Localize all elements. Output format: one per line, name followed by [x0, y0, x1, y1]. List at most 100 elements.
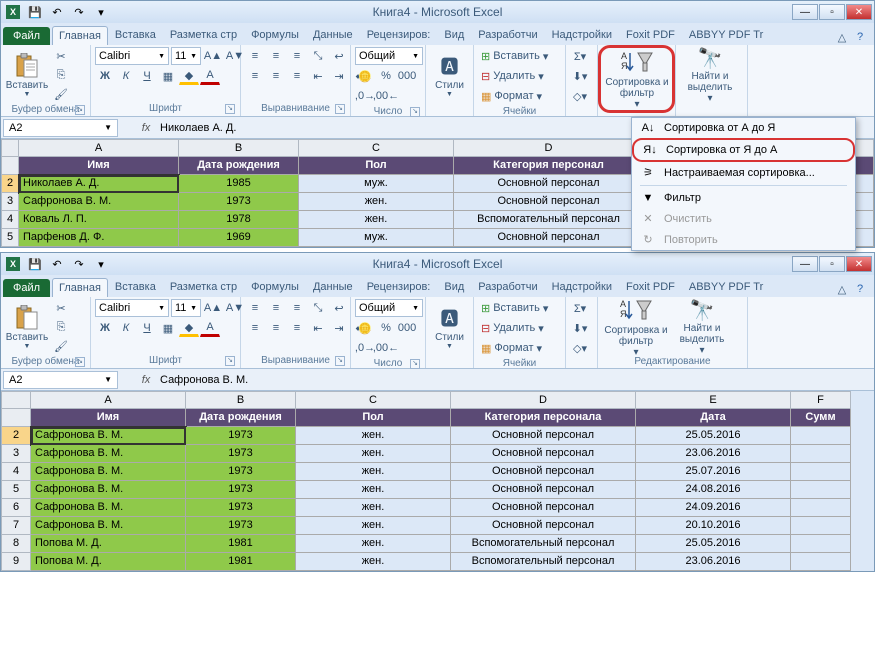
tab-review[interactable]: Рецензиров: — [360, 25, 438, 45]
cell[interactable]: 1981 — [186, 535, 296, 553]
cell[interactable]: 1973 — [179, 193, 299, 211]
cell[interactable]: Основной персонал — [451, 463, 636, 481]
select-all-corner[interactable] — [1, 391, 31, 409]
copy-icon[interactable]: ⎘ — [51, 66, 71, 84]
cell[interactable]: Сафронова В. М. — [31, 499, 186, 517]
cell[interactable]: 1969 — [179, 229, 299, 247]
decrease-decimal-icon[interactable]: ,00← — [376, 87, 396, 105]
minimize-button[interactable]: — — [792, 256, 818, 272]
help-icon[interactable]: ? — [852, 281, 868, 297]
cell[interactable]: Основной персонал — [451, 481, 636, 499]
tab-addins[interactable]: Надстройки — [545, 25, 619, 45]
cell[interactable] — [791, 445, 851, 463]
tab-foxit[interactable]: Foxit PDF — [619, 277, 682, 297]
file-tab[interactable]: Файл — [3, 27, 50, 45]
tab-view[interactable]: Вид — [437, 277, 471, 297]
row-number[interactable]: 2 — [1, 175, 19, 193]
cells-insert-button[interactable]: ⊞Вставить ▾ — [478, 299, 551, 317]
align-launcher[interactable]: ↘ — [335, 104, 345, 114]
close-button[interactable]: ✕ — [846, 4, 872, 20]
undo-icon[interactable]: ↶ — [47, 3, 67, 21]
number-format-combo[interactable]: Общий▼ — [355, 299, 423, 317]
column-header[interactable]: D — [451, 391, 636, 409]
clear-icon[interactable]: ◇▾ — [570, 87, 590, 105]
cell[interactable] — [791, 517, 851, 535]
comma-icon[interactable]: 000 — [397, 67, 417, 85]
increase-font-icon[interactable]: A▲ — [203, 299, 223, 317]
filter-item[interactable]: ▼ Фильтр — [632, 188, 855, 208]
cell[interactable]: Основной персонал — [451, 445, 636, 463]
cell[interactable]: жен. — [296, 553, 451, 571]
tab-abbyy[interactable]: ABBYY PDF Tr — [682, 25, 770, 45]
cell[interactable]: 1973 — [186, 427, 296, 445]
font-color-icon[interactable]: A — [200, 319, 220, 337]
tab-developer[interactable]: Разработчи — [471, 277, 544, 297]
font-name-combo[interactable]: Calibri▼ — [95, 299, 169, 317]
cell[interactable]: 1978 — [179, 211, 299, 229]
underline-icon[interactable]: Ч — [137, 319, 157, 337]
custom-sort-item[interactable]: ⚞ Настраиваемая сортировка... — [632, 162, 855, 183]
cell[interactable]: жен. — [296, 445, 451, 463]
row-number[interactable]: 9 — [1, 553, 31, 571]
fx-button[interactable]: fx — [136, 119, 156, 137]
sum-icon[interactable]: Σ▾ — [570, 299, 590, 317]
styles-button[interactable]: 🅰Стили▼ — [430, 299, 469, 355]
file-tab[interactable]: Файл — [3, 279, 50, 297]
column-header[interactable]: A — [31, 391, 186, 409]
help-icon[interactable]: ? — [852, 29, 868, 45]
cell[interactable]: 1973 — [186, 499, 296, 517]
bold-icon[interactable]: Ж — [95, 319, 115, 337]
tab-review[interactable]: Рецензиров: — [360, 277, 438, 297]
restore-button[interactable]: ▫ — [819, 4, 845, 20]
font-launcher[interactable]: ↘ — [225, 104, 235, 114]
tab-insert[interactable]: Вставка — [108, 277, 163, 297]
minimize-ribbon-icon[interactable]: △ — [834, 281, 850, 297]
sum-icon[interactable]: Σ▾ — [570, 47, 590, 65]
sort-filter-button[interactable]: АЯ Сортировка и фильтр ▾ — [602, 299, 670, 355]
fill-icon[interactable]: ⬇▾ — [570, 67, 590, 85]
tab-addins[interactable]: Надстройки — [545, 277, 619, 297]
tab-developer[interactable]: Разработчи — [471, 25, 544, 45]
column-header[interactable]: B — [179, 139, 299, 157]
cell[interactable]: Попова М. Д. — [31, 535, 186, 553]
format-painter-icon[interactable]: 🖌 — [51, 85, 71, 103]
bold-icon[interactable]: Ж — [95, 67, 115, 85]
formula-bar[interactable]: Сафронова В. М. — [156, 374, 874, 386]
cancel-input-icon[interactable] — [120, 119, 136, 137]
cut-icon[interactable]: ✂ — [51, 299, 71, 317]
find-select-button[interactable]: 🔭 Найти и выделить ▾ — [680, 47, 740, 103]
cell[interactable]: Сафронова В. М. — [31, 481, 186, 499]
cells-delete-button[interactable]: ⊟Удалить ▾ — [478, 319, 547, 337]
cell[interactable]: Основной персонал — [454, 229, 644, 247]
fx-button[interactable]: fx — [136, 371, 156, 389]
row-number[interactable]: 5 — [1, 229, 19, 247]
table-header-cell[interactable]: Категория персонал — [454, 157, 644, 175]
cell[interactable]: Основной персонал — [454, 193, 644, 211]
copy-icon[interactable]: ⎘ — [51, 318, 71, 336]
paste-button[interactable]: Вставить ▼ — [5, 47, 49, 103]
cell[interactable]: муж. — [299, 175, 454, 193]
cell[interactable]: 1973 — [186, 463, 296, 481]
cell[interactable]: 25.07.2016 — [636, 463, 791, 481]
cell[interactable]: жен. — [296, 427, 451, 445]
column-header[interactable]: C — [299, 139, 454, 157]
sort-asc-item[interactable]: А↓ Сортировка от А до Я — [632, 118, 855, 138]
cut-icon[interactable]: ✂ — [51, 47, 71, 65]
tab-home[interactable]: Главная — [52, 26, 108, 45]
tab-pagelayout[interactable]: Разметка стр — [163, 277, 244, 297]
format-painter-icon[interactable]: 🖌 — [51, 337, 71, 355]
indent-increase-icon[interactable]: ⇥ — [329, 67, 349, 85]
cell[interactable] — [791, 463, 851, 481]
cell[interactable]: жен. — [299, 193, 454, 211]
cell[interactable] — [791, 481, 851, 499]
cell[interactable]: Сафронова В. М. — [31, 517, 186, 535]
table-header-cell[interactable]: Дата рождения — [186, 409, 296, 427]
cell[interactable] — [791, 427, 851, 445]
cell[interactable]: Основной персонал — [451, 427, 636, 445]
redo-icon[interactable]: ↷ — [69, 3, 89, 21]
cells-delete-button[interactable]: ⊟Удалить ▾ — [478, 67, 547, 85]
cell[interactable]: Сафронова В. М. — [31, 463, 186, 481]
cell[interactable]: 1973 — [186, 517, 296, 535]
cell[interactable]: 1981 — [186, 553, 296, 571]
cell[interactable] — [791, 553, 851, 571]
